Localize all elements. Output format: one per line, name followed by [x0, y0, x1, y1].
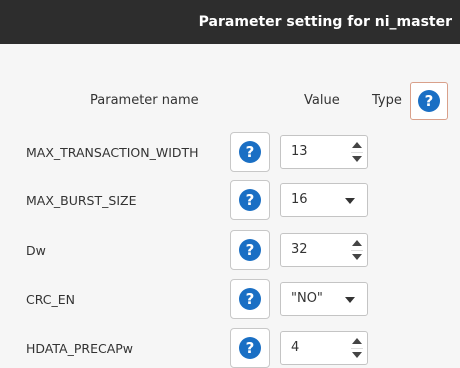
max-burst-size-combobox[interactable]: 16 [280, 183, 368, 217]
column-header-name: Parameter name [90, 93, 199, 108]
decrement-arrow-icon[interactable] [352, 254, 362, 260]
spinbox-arrows[interactable] [351, 336, 363, 360]
title-bar: Parameter setting for ni_master [0, 0, 460, 44]
decrement-arrow-icon[interactable] [352, 352, 362, 358]
param-name-dw: Dw [26, 243, 46, 258]
spinbox-value: 32 [291, 242, 308, 257]
chevron-down-icon[interactable] [345, 198, 355, 204]
column-header-type: Type [372, 93, 402, 108]
help-icon: ? [239, 337, 261, 359]
type-help-button[interactable]: ? [410, 82, 448, 120]
help-button-crc-en[interactable]: ? [230, 279, 270, 319]
param-name-max-burst-size: MAX_BURST_SIZE [26, 193, 137, 208]
dw-spinbox[interactable]: 32 [280, 233, 368, 267]
crc-en-combobox[interactable]: "NO" [280, 282, 368, 316]
increment-arrow-icon[interactable] [352, 240, 362, 246]
column-header-value: Value [304, 93, 340, 108]
help-button-max-burst-size[interactable]: ? [230, 180, 270, 220]
help-icon: ? [239, 189, 261, 211]
param-name-max-transaction-width: MAX_TRANSACTION_WIDTH [26, 145, 199, 160]
help-button-dw[interactable]: ? [230, 230, 270, 270]
increment-arrow-icon[interactable] [352, 338, 362, 344]
spinbox-arrows[interactable] [351, 140, 363, 164]
help-button-hdata-precapw[interactable]: ? [230, 328, 270, 368]
help-button-max-transaction-width[interactable]: ? [230, 132, 270, 172]
spinbox-value: 13 [291, 144, 308, 159]
decrement-arrow-icon[interactable] [352, 156, 362, 162]
help-icon: ? [239, 288, 261, 310]
max-transaction-width-spinbox[interactable]: 13 [280, 135, 368, 169]
combobox-value: "NO" [291, 291, 323, 306]
combobox-value: 16 [291, 192, 308, 207]
spinbox-arrows[interactable] [351, 238, 363, 262]
hdata-precapw-spinbox[interactable]: 4 [280, 331, 368, 365]
help-icon: ? [239, 141, 261, 163]
help-icon: ? [239, 239, 261, 261]
spinbox-value: 4 [291, 340, 300, 355]
window-title: Parameter setting for ni_master [198, 14, 452, 30]
param-name-crc-en: CRC_EN [26, 292, 76, 307]
chevron-down-icon[interactable] [345, 297, 355, 303]
help-icon: ? [418, 90, 440, 112]
param-name-hdata-precapw: HDATA_PRECAPw [26, 341, 134, 356]
increment-arrow-icon[interactable] [352, 142, 362, 148]
